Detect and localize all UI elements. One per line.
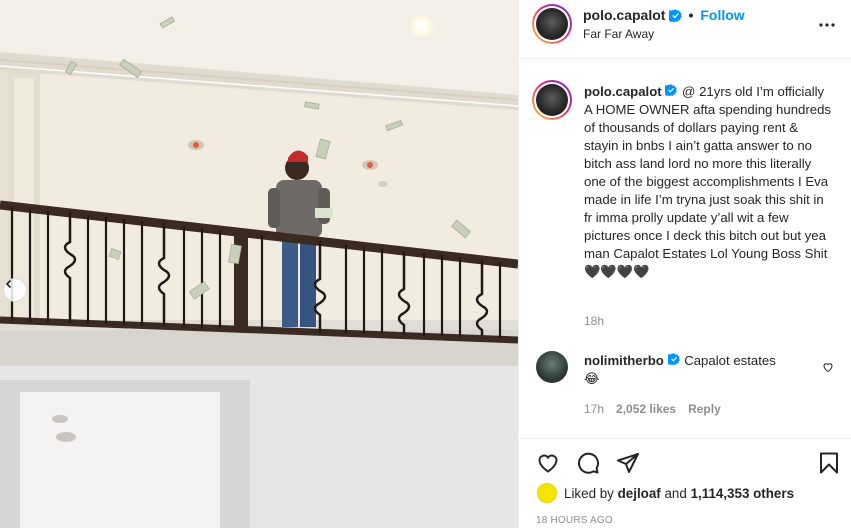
- comment: nolimitherbo Capalot estates 😂: [584, 352, 804, 388]
- follow-button[interactable]: Follow: [700, 7, 744, 23]
- comment-time[interactable]: 17h: [584, 402, 604, 416]
- likes-middle: and: [660, 486, 691, 501]
- reply-button[interactable]: Reply: [688, 402, 721, 416]
- comment-icon[interactable]: [576, 451, 600, 475]
- comment-meta: 17h 2,052 likes Reply: [584, 402, 721, 416]
- comment-likes[interactable]: 2,052 likes: [616, 402, 676, 416]
- caption-avatar[interactable]: [532, 80, 572, 120]
- share-icon[interactable]: [616, 451, 640, 475]
- likes-summary: Liked by dejloaf and 1,114,353 others: [564, 486, 794, 501]
- bookmark-icon[interactable]: [817, 451, 841, 475]
- heart-icon[interactable]: [536, 451, 560, 475]
- post-timestamp[interactable]: 18 HOURS AGO: [536, 515, 613, 526]
- caption-time[interactable]: 18h: [584, 314, 604, 328]
- location-link[interactable]: Far Far Away: [583, 27, 654, 41]
- comments-area[interactable]: polo.capalot @ 21yrs old I’m officially …: [519, 60, 851, 438]
- author-username[interactable]: polo.capalot: [583, 7, 665, 23]
- separator-dot: •: [688, 7, 694, 23]
- caption-username[interactable]: polo.capalot: [584, 84, 662, 99]
- comment-like-icon[interactable]: [822, 360, 834, 378]
- verified-badge-icon: [664, 352, 681, 366]
- verified-badge-icon: [662, 83, 678, 97]
- likes-user[interactable]: dejloaf: [618, 486, 661, 501]
- more-options-icon[interactable]: [818, 16, 836, 34]
- likes-count[interactable]: 1,114,353 others: [691, 486, 794, 501]
- commenter-avatar[interactable]: [536, 351, 568, 383]
- post-side-panel: polo.capalot • Follow Far Far Away polo.…: [518, 0, 851, 528]
- caption-text: @ 21yrs old I’m officially A HOME OWNER …: [584, 84, 832, 279]
- author-avatar[interactable]: [532, 4, 572, 44]
- author-line: polo.capalot • Follow: [583, 7, 745, 23]
- liker-avatar[interactable]: [537, 483, 557, 503]
- carousel-prev-button[interactable]: [3, 278, 27, 302]
- post-image[interactable]: [0, 0, 518, 528]
- post-photo: [0, 0, 518, 528]
- action-bar: Liked by dejloaf and 1,114,353 others 18…: [519, 438, 851, 528]
- verified-badge-icon: [666, 8, 683, 23]
- post-header: polo.capalot • Follow Far Far Away: [519, 0, 851, 59]
- comment-emoji: 😂: [584, 371, 600, 386]
- caption: polo.capalot @ 21yrs old I’m officially …: [584, 83, 834, 281]
- comment-username[interactable]: nolimitherbo: [584, 353, 664, 368]
- comment-text: Capalot estates: [684, 353, 776, 368]
- likes-prefix: Liked by: [564, 486, 618, 501]
